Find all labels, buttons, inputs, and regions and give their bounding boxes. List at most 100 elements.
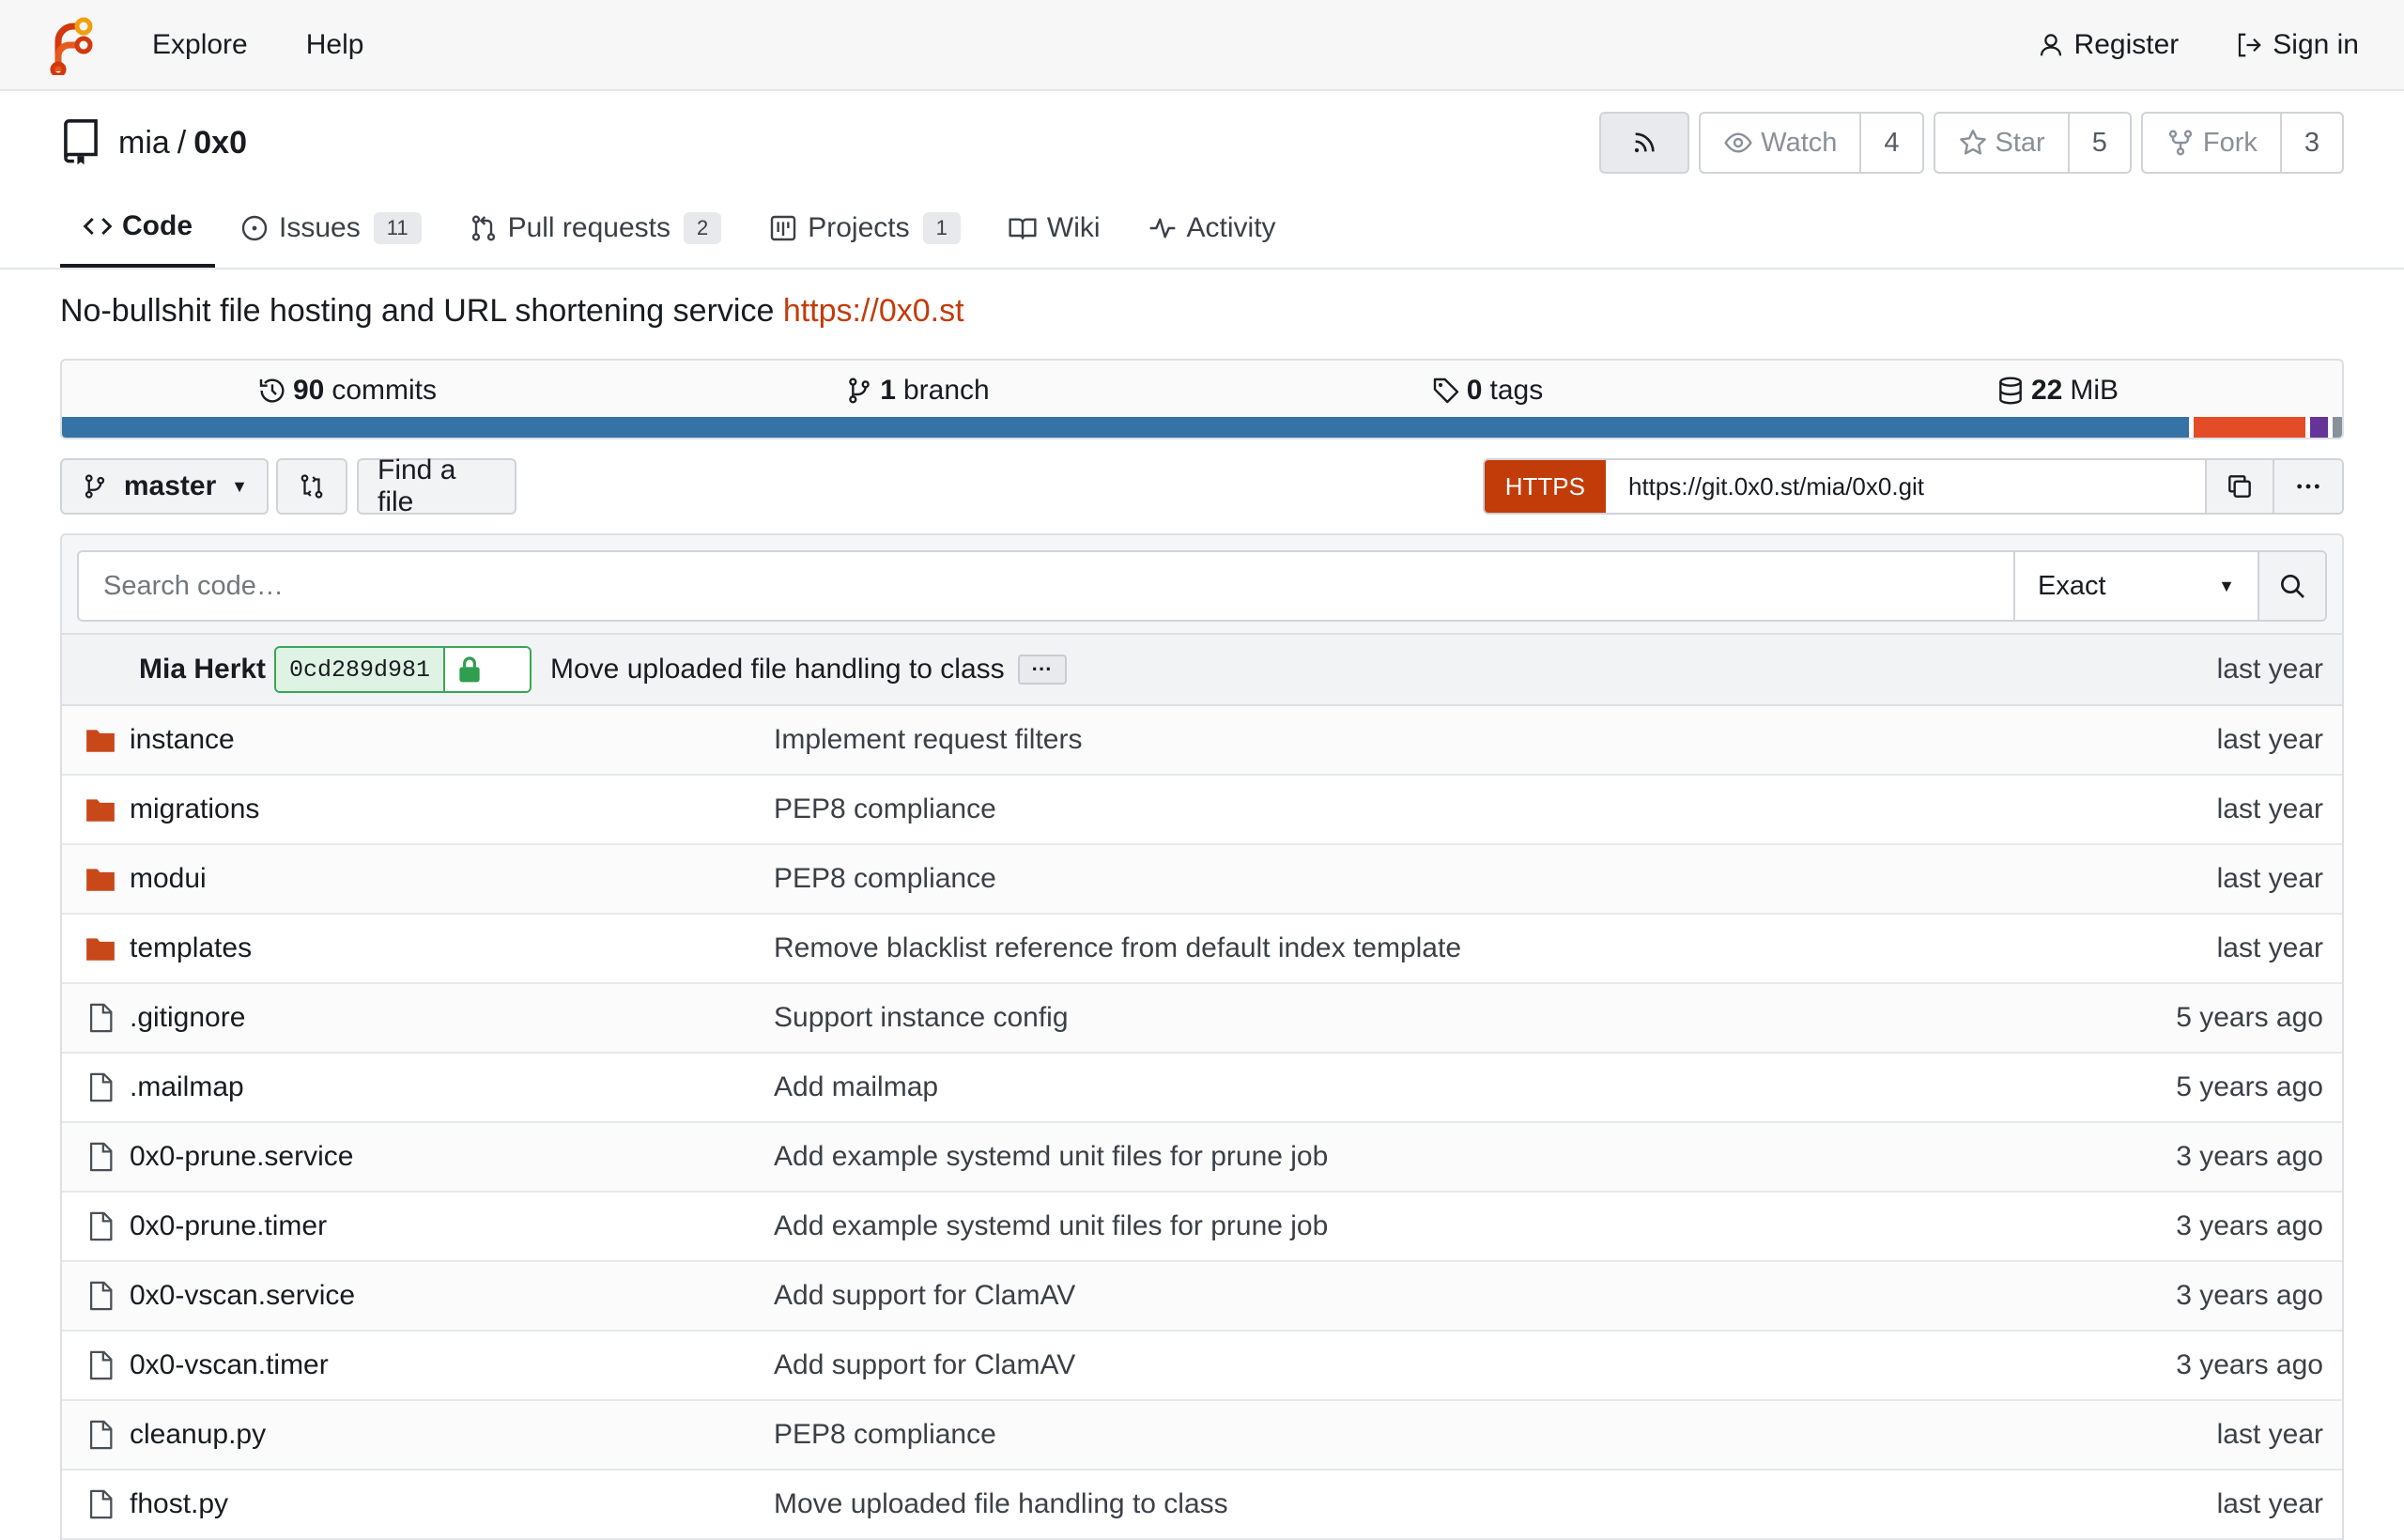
file-commit-message[interactable]: Add support for ClamAV [774,1280,1075,1312]
language-bar-segment[interactable] [62,417,2190,438]
file-name[interactable]: cleanup.py [130,1419,266,1451]
expand-commit-button[interactable]: ··· [1017,654,1067,685]
folder-icon [86,869,115,891]
more-options-button[interactable] [2274,460,2342,513]
file-name[interactable]: modui [130,863,207,895]
compare-button[interactable] [276,458,347,515]
fork-button[interactable]: Fork 3 [2140,112,2344,174]
file-name[interactable]: templates [130,932,252,964]
watch-count[interactable]: 4 [1861,114,1921,172]
file-icon [89,1211,113,1241]
tab-pull-requests[interactable]: Pull requests 2 [446,189,745,268]
file-row: .mailmap Add mailmap 5 years ago [62,1054,2342,1123]
star-count[interactable]: 5 [2070,114,2130,172]
file-commit-message[interactable]: Remove blacklist reference from default … [774,932,1461,964]
nav-explore[interactable]: Explore [152,29,248,61]
file-name[interactable]: 0x0-prune.timer [130,1210,327,1242]
file-row: .gitignore Support instance config 5 years… [62,984,2342,1054]
branch-selector[interactable]: master ▼ [60,458,269,515]
commit-sha-label[interactable]: 0cd289d981 [274,646,532,693]
sign-in-label: Sign in [2273,28,2359,60]
sign-in-link[interactable]: Sign in [2235,29,2359,61]
rss-button[interactable] [1599,112,1690,174]
register-link[interactable]: Register [2037,29,2179,61]
code-search-input[interactable] [79,552,2013,620]
file-commit-message[interactable]: PEP8 compliance [774,793,996,825]
clone-url-field[interactable]: https://git.0x0.st/mia/0x0.git [1606,460,2207,513]
repo-owner[interactable]: mia [118,125,170,162]
tab-label: Issues [279,212,361,243]
star-label[interactable]: Star [1935,114,2070,172]
description-link[interactable]: https://0x0.st [783,293,964,329]
repo-icon [64,119,98,165]
file-name[interactable]: fhost.py [130,1488,228,1520]
commit-sha[interactable]: 0cd289d981 [276,648,446,691]
file-commit-message[interactable]: Implement request filters [774,724,1082,756]
search-button[interactable] [2258,552,2325,620]
commit-message-text[interactable]: Move uploaded file handling to class [550,654,1005,685]
file-row: templates Remove blacklist reference from… [62,915,2342,984]
tab-issues[interactable]: Issues 11 [217,189,444,268]
tab-activity[interactable]: Activity [1125,189,1299,268]
copy-button[interactable] [2207,460,2274,513]
file-row: 0x0-vscan.timer Add support for ClamAV 3 y… [62,1332,2342,1401]
search-mode-select[interactable]: Exact ▼ [2013,552,2258,620]
branch-count: 1 [880,375,896,406]
code-search: Exact ▼ [60,533,2344,635]
tab-code[interactable]: Code [60,189,215,268]
issues-count-badge: 11 [373,212,422,244]
commit-author[interactable]: Mia Herkt [139,654,266,685]
file-commit-message[interactable]: PEP8 compliance [774,1419,996,1451]
language-bar-segment[interactable] [2309,417,2329,438]
file-commit-message[interactable]: Move uploaded file handling to class [774,1488,1228,1520]
file-commit-message[interactable]: Add support for ClamAV [774,1349,1075,1381]
file-commit-message[interactable]: Add mailmap [774,1071,938,1103]
size-stat: 22 MiB [1772,375,2342,407]
file-row: instance Implement request filters last ye… [62,706,2342,776]
tags-label: tags [1489,375,1544,406]
tab-label: Wiki [1046,212,1101,243]
clone-protocol-button[interactable]: HTTPS [1484,460,1606,513]
latest-commit-row: Mia Herkt 0cd289d981 Move uploaded file … [62,635,2342,706]
file-name[interactable]: 0x0-vscan.timer [130,1349,329,1381]
file-row: modui PEP8 compliance last year [62,845,2342,915]
file-commit-message[interactable]: Add example systemd unit files for prune… [774,1210,1328,1242]
file-commit-message[interactable]: Support instance config [774,1002,1069,1034]
nav-help[interactable]: Help [306,29,364,61]
file-name[interactable]: .mailmap [130,1071,244,1103]
book-icon [1009,218,1037,239]
fork-count[interactable]: 3 [2282,114,2342,172]
signature-badge[interactable] [445,648,531,691]
file-name[interactable]: 0x0-vscan.service [130,1280,355,1312]
star-button[interactable]: Star 5 [1933,112,2132,174]
repo-tabs: Code Issues 11 Pull requests 2 Projects … [60,189,1301,268]
commits-stat[interactable]: 90 commits [62,375,632,407]
language-bar[interactable] [62,417,2342,438]
file-name[interactable]: .gitignore [130,1002,245,1034]
tab-label: Projects [808,212,910,243]
fork-label[interactable]: Fork [2143,114,2282,172]
file-name[interactable]: 0x0-prune.service [130,1141,353,1173]
file-name[interactable]: migrations [130,793,259,825]
find-file-button[interactable]: Find a file [357,454,516,517]
file-commit-time: 3 years ago [2176,1141,2323,1172]
file-commit-message[interactable]: Add example systemd unit files for prune… [774,1141,1328,1173]
tags-stat[interactable]: 0 tags [1202,375,1772,407]
projects-count-badge: 1 [922,212,961,244]
file-row: 0x0-prune.service Add example systemd uni… [62,1123,2342,1193]
repo-toolbar: master ▼ Find a file HTTPS https://git.0… [60,454,2344,517]
watch-label[interactable]: Watch [1701,114,1862,172]
repo-name[interactable]: 0x0 [193,125,247,162]
chevron-down-icon: ▼ [2218,576,2235,595]
branch-stat[interactable]: 1 branch [632,375,1202,407]
forgejo-logo[interactable] [45,15,96,75]
tab-wiki[interactable]: Wiki [985,189,1123,268]
language-bar-segment[interactable] [2333,417,2342,438]
star-text: Star [1995,127,2045,158]
language-bar-segment[interactable] [2194,417,2306,438]
file-name[interactable]: instance [130,724,235,756]
tab-projects[interactable]: Projects 1 [746,189,983,268]
watch-button[interactable]: Watch 4 [1699,112,1924,174]
file-commit-message[interactable]: PEP8 compliance [774,863,996,895]
file-icon [89,1350,113,1380]
